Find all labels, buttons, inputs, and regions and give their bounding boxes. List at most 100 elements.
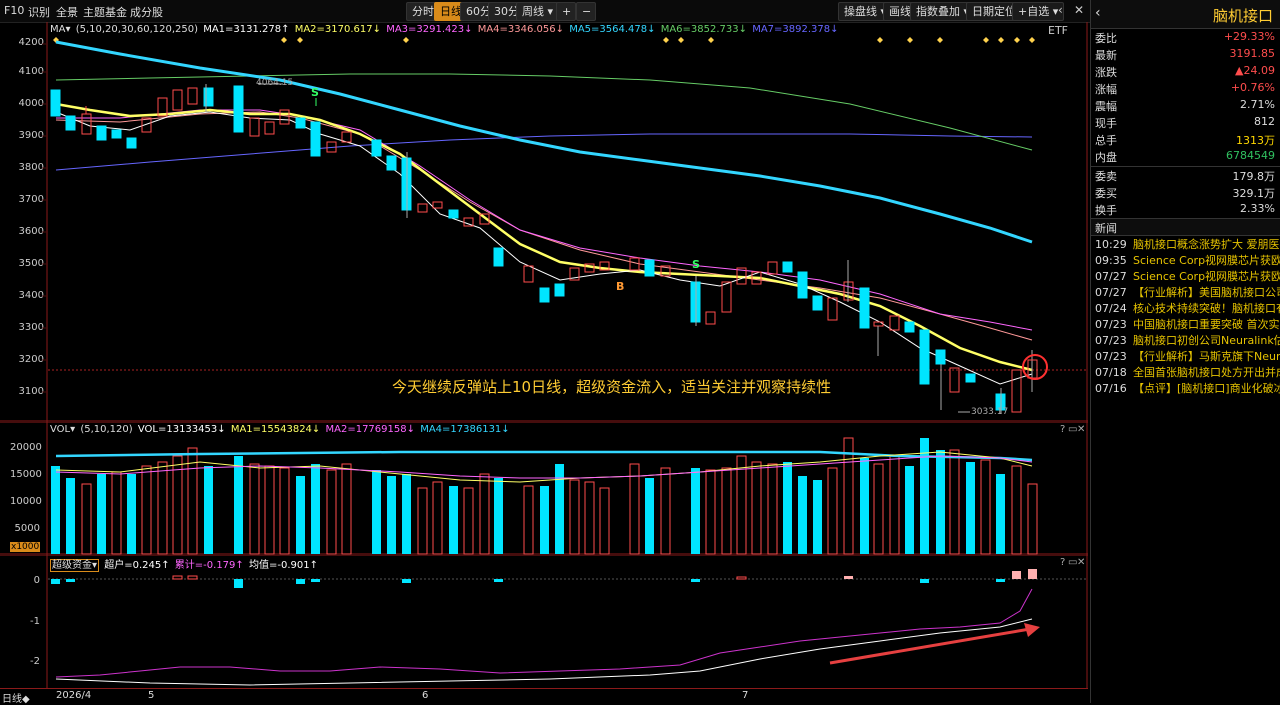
stat-value: 179.8万 [1232,170,1276,183]
news-item[interactable]: 09:35 Science Corp视网膜芯片获欧盟 [1095,252,1280,268]
security-name: 脑机接口 [1212,7,1273,25]
high-price-label: 4064.15 [256,78,294,88]
capital-svg [0,555,1088,688]
stat-key: 委买 [1095,187,1117,200]
stat-value: 3191.85 [1229,47,1276,60]
stat-value: 2.33% [1240,202,1275,215]
stat-row: 最新 3191.85 [1095,47,1275,64]
news-item[interactable]: 07/27 【行业解析】美国脑机接口公司 [1095,284,1280,300]
date-tick: 5 [148,690,155,701]
news-headline: Science Corp视网膜芯片获欧盟 [1133,254,1280,267]
components-button[interactable]: 成分股 [130,4,163,20]
cumulative-line [55,588,1033,678]
sell-signal: S [311,86,319,99]
news-item[interactable]: 07/27 Science Corp视网膜芯片获欧盟 [1095,268,1280,284]
news-time: 07/23 [1095,350,1127,363]
tab-weekly[interactable]: 周线 ▾ [516,2,560,21]
news-time: 07/27 [1095,286,1127,299]
candlestick-svg [0,22,1088,422]
side-title-bar: ‹ 脑机接口 [1091,0,1280,29]
ma1-line [55,111,1033,385]
stat-row: 涨幅 +0.76% [1095,81,1275,98]
stat-key: 涨跌 [1095,66,1117,79]
news-headline: 【点评】[脑机接口]商业化破冰 [1133,382,1280,395]
news-headline: 【行业解析】马斯克旗下Neuralink [1133,350,1280,363]
date-tick: 6 [422,690,429,701]
stat-key: 现手 [1095,117,1117,130]
date-tick: 7 [742,690,749,701]
average-line [55,618,1033,686]
stat-row: 现手 812 [1095,115,1275,132]
news-time: 07/24 [1095,302,1127,315]
news-time: 07/18 [1095,366,1127,379]
f10-button[interactable]: F10 [4,4,24,17]
sell-signal-2: S [692,258,700,271]
news-item[interactable]: 07/23 中国脑机接口重要突破 首次实现 [1095,316,1280,332]
stat-value: 2.71% [1240,98,1275,111]
fullscreen-button[interactable]: 全景 [56,4,78,20]
stat-row: 委买 329.1万 [1095,185,1275,202]
news-item[interactable]: 07/16 【点评】[脑机接口]商业化破冰 [1095,380,1280,396]
news-item[interactable]: 10:29 脑机接口概念涨势扩大 爱朋医疗 [1095,236,1280,252]
highlight-circle [1022,354,1048,380]
news-item[interactable]: 07/18 全国首张脑机接口处方开出并成功 [1095,364,1280,380]
ma7-line [55,133,1033,171]
news-item[interactable]: 07/23 脑机接口初创公司Neuralink估值 [1095,332,1280,348]
zoom-in-button[interactable]: + [556,2,576,21]
stat-row: 总手 1313万 [1095,132,1275,149]
stat-value: 329.1万 [1232,187,1276,200]
annotation-text: 今天继续反弹站上10日线，超级资金流入，适当关注并观察持续性 [392,378,832,396]
news-time: 10:29 [1095,238,1127,251]
stat-value: +29.33% [1223,30,1275,43]
news-headline: 脑机接口概念涨势扩大 爱朋医疗 [1133,238,1280,251]
news-time: 07/23 [1095,334,1127,347]
stat-row: 内盘 6784549 [1095,149,1275,166]
chevron-left-icon[interactable]: ‹ [1095,5,1101,21]
stat-row: 委卖 179.8万 [1095,168,1275,185]
time-axis: 日线◆ 2026/4 5 6 7 [0,688,1088,705]
add-favorite-button[interactable]: +自选 ▾ [1012,2,1065,21]
stat-key: 震幅 [1095,100,1117,113]
vol-ma2-line [55,455,1033,479]
news-header[interactable]: 新闻 [1091,218,1280,236]
news-headline: 核心技术持续突破！脑机接口有 [1133,302,1280,315]
news-headline: Science Corp视网膜芯片获欧盟 [1133,270,1280,283]
stat-value: 1313万 [1236,134,1275,147]
news-headline: 中国脑机接口重要突破 首次实现 [1133,318,1280,331]
news-headline: 脑机接口初创公司Neuralink估值 [1133,334,1280,347]
news-item[interactable]: 07/23 【行业解析】马斯克旗下Neuralink [1095,348,1280,364]
news-headline: 【行业解析】美国脑机接口公司 [1133,286,1280,299]
news-time: 07/16 [1095,382,1127,395]
volume-bars-down [51,438,1005,554]
stat-value: 6784549 [1226,149,1275,162]
theme-fund-button[interactable]: 主题基金 [83,4,127,20]
news-item[interactable]: 07/24 核心技术持续突破！脑机接口有 [1095,300,1280,316]
news-time: 07/27 [1095,270,1127,283]
stat-row: 震幅 2.71% [1095,98,1275,115]
capital-bars-up-filled [844,569,1037,579]
chevron-left-icon[interactable]: ‹ [1058,3,1063,17]
stat-key: 内盘 [1095,151,1117,164]
recognize-button[interactable]: 识别 [28,4,50,20]
quote-side-panel: ‹ 脑机接口 委比 +29.33% 最新 3191.85 涨跌 ▲24.09 涨幅 +0… [1090,0,1280,703]
stat-row: 换手 2.33% [1095,202,1275,219]
stat-key: 委卖 [1095,170,1117,183]
divider [1091,166,1280,167]
capital-bars-down [51,579,1005,588]
stat-row: 委比 +29.33% [1095,30,1275,47]
volume-svg [0,422,1088,555]
close-icon[interactable]: ✕ [1074,3,1084,17]
news-headline: 全国首张脑机接口处方开出并成功 [1133,366,1280,379]
stat-value: ▲24.09 [1235,64,1275,77]
news-time: 09:35 [1095,254,1127,267]
date-tick: 2026/4 [56,690,92,701]
stat-value: 812 [1254,115,1275,128]
arrow-icon [1024,623,1040,637]
candles [50,84,1038,414]
stat-key: 委比 [1095,32,1117,45]
news-title: 新闻 [1095,222,1117,235]
stat-key: 总手 [1095,134,1117,147]
stat-row: 涨跌 ▲24.09 [1095,64,1275,81]
zoom-out-button[interactable]: − [576,2,596,21]
volume-chart: VOL▾ (5,10,120) VOL=13133453↓ MA1=155438… [0,422,1088,555]
